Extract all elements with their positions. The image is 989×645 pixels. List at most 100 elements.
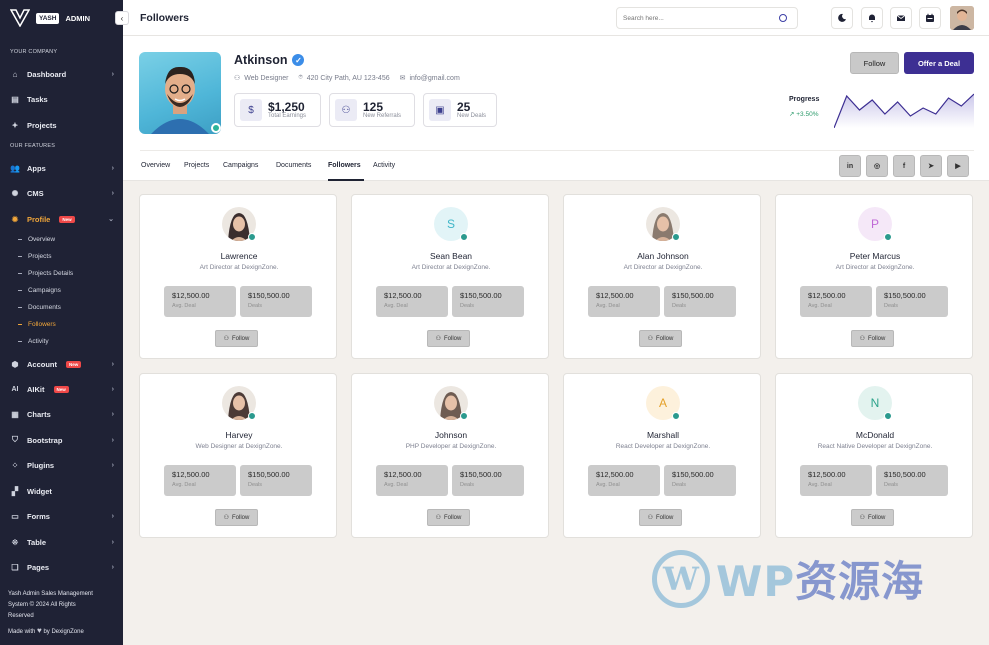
- deals-box: $150,500.00 Deals: [240, 286, 312, 317]
- users-icon: 👥: [10, 163, 20, 173]
- sidebar-item-apps[interactable]: 👥 Apps ›: [10, 161, 114, 175]
- brand-logo[interactable]: YASH ADMIN: [10, 9, 90, 27]
- sidebar: YASH ADMIN YOUR COMPANY ⌂ Dashboard › ▤ …: [0, 0, 123, 645]
- sidebar-item-label: Profile: [27, 214, 51, 224]
- profile-name: Atkinson ✓: [234, 53, 305, 67]
- sidebar-item-table[interactable]: ⁜ Table ›: [10, 535, 114, 549]
- user-plus-icon: ⚇: [223, 515, 230, 521]
- grid-icon: ▞: [11, 486, 19, 496]
- sidebar-subitem-followers[interactable]: Followers: [18, 321, 56, 328]
- sidebar-item-pages[interactable]: ❏ Pages ›: [10, 560, 114, 574]
- follow-label: Follow: [868, 335, 886, 342]
- sidebar-item-label: Pages: [27, 562, 50, 572]
- tab-projects[interactable]: Projects: [184, 162, 209, 169]
- deals-box: $150,500.00 Deals: [452, 465, 524, 496]
- calendar-button[interactable]: [919, 7, 941, 29]
- follower-name[interactable]: Johnson: [352, 430, 550, 440]
- bell-icon: [869, 14, 875, 23]
- chevron-right-icon: ›: [111, 512, 114, 520]
- follower-name[interactable]: Lawrence: [140, 251, 338, 261]
- messages-button[interactable]: [890, 7, 912, 29]
- sidebar-item-dashboard[interactable]: ⌂ Dashboard ›: [10, 67, 114, 81]
- sidebar-item-projects[interactable]: ✦ Projects: [10, 118, 114, 132]
- profile-role-text: Web Designer: [244, 74, 289, 82]
- sidebar-item-aikit[interactable]: AI AIKit New ›: [10, 382, 115, 396]
- tab-activity[interactable]: Activity: [373, 162, 395, 169]
- sun-icon: ✺: [11, 188, 19, 198]
- follow-button[interactable]: ⚇ Follow: [639, 330, 682, 347]
- notifications-button[interactable]: [861, 7, 883, 29]
- sidebar-subitem-documents[interactable]: Documents: [18, 304, 61, 311]
- sidebar-subitem-activity[interactable]: Activity: [18, 338, 49, 345]
- avg-deal-box: $12,500.00 Avg. Deal: [376, 286, 448, 317]
- plugin-icon: ⁘: [11, 460, 19, 470]
- collapse-sidebar-button[interactable]: ‹: [115, 11, 129, 25]
- sidebar-item-bootstrap[interactable]: ⛉ Bootstrap ›: [10, 433, 114, 447]
- follow-button[interactable]: ⚇ Follow: [215, 330, 258, 347]
- avg-deal-label: Avg. Deal: [172, 482, 196, 488]
- sidebar-item-label: Account: [27, 359, 57, 369]
- follow-button[interactable]: ⚇ Follow: [851, 509, 894, 526]
- progress-sparkline: [834, 93, 974, 128]
- follow-label: Follow: [444, 514, 462, 521]
- sidebar-item-account[interactable]: ⬢ Account New ›: [10, 357, 115, 371]
- sidebar-subitem-projects[interactable]: Projects: [18, 253, 51, 260]
- chevron-right-icon: ›: [111, 461, 114, 469]
- follow-button[interactable]: ⚇ Follow: [639, 509, 682, 526]
- gear-icon: ✹: [11, 214, 19, 224]
- instagram-button[interactable]: ◎: [866, 155, 888, 177]
- chevron-right-icon: ›: [111, 410, 114, 418]
- follower-name[interactable]: McDonald: [776, 430, 974, 440]
- verified-badge-icon: ✓: [292, 54, 305, 66]
- avg-deal-value: $12,500.00: [596, 470, 634, 479]
- follower-name[interactable]: Peter Marcus: [776, 251, 974, 261]
- search-icon[interactable]: [779, 14, 787, 22]
- tab-campaigns[interactable]: Campaigns: [223, 162, 258, 169]
- follow-button[interactable]: ⚇ Follow: [215, 509, 258, 526]
- sidebar-item-cms[interactable]: ✺ CMS ›: [10, 186, 114, 200]
- facebook-button[interactable]: f: [893, 155, 915, 177]
- stat-label: New Referrals: [363, 113, 402, 119]
- follow-button[interactable]: Follow: [850, 52, 899, 74]
- deals-box: $150,500.00 Deals: [664, 465, 736, 496]
- dash-icon: [18, 290, 22, 291]
- avg-deal-value: $12,500.00: [596, 291, 634, 300]
- pin-icon: ✦: [11, 120, 19, 130]
- search-input[interactable]: [617, 8, 767, 28]
- sidebar-item-profile[interactable]: ✹ Profile New ⌄: [10, 212, 114, 226]
- sidebar-item-forms[interactable]: ▭ Forms ›: [10, 509, 114, 523]
- sidebar-item-widget[interactable]: ▞ Widget: [10, 484, 114, 498]
- follower-name[interactable]: Marshall: [564, 430, 762, 440]
- dark-mode-button[interactable]: [831, 7, 853, 29]
- linkedin-button[interactable]: in: [839, 155, 861, 177]
- online-status-dot: [460, 412, 468, 420]
- ai-icon: AI: [11, 385, 19, 393]
- user-plus-icon: ⚇: [223, 336, 230, 342]
- follow-label: Follow: [656, 514, 674, 521]
- offer-deal-button[interactable]: Offer a Deal: [904, 52, 974, 74]
- tab-followers[interactable]: Followers: [328, 162, 361, 169]
- tab-overview[interactable]: Overview: [141, 162, 170, 169]
- avg-deal-label: Avg. Deal: [172, 303, 196, 309]
- sidebar-subitem-campaigns[interactable]: Campaigns: [18, 287, 61, 294]
- follow-button[interactable]: ⚇ Follow: [427, 330, 470, 347]
- profile-email-text: info@gmail.com: [409, 74, 460, 82]
- follower-name[interactable]: Alan Johnson: [564, 251, 762, 261]
- telegram-button[interactable]: ➤: [920, 155, 942, 177]
- sidebar-subitem-projects-details[interactable]: Projects Details: [18, 270, 73, 277]
- sidebar-item-tasks[interactable]: ▤ Tasks: [10, 92, 114, 106]
- follower-name[interactable]: Harvey: [140, 430, 338, 440]
- follower-card: N McDonald React Native Developer at Dexig…: [775, 373, 973, 538]
- sidebar-item-charts[interactable]: ▦ Charts ›: [10, 407, 114, 421]
- sidebar-item-plugins[interactable]: ⁘ Plugins ›: [10, 458, 114, 472]
- follower-role: PHP Developer at DexignZone.: [405, 443, 497, 450]
- user-avatar[interactable]: [950, 6, 974, 30]
- youtube-button[interactable]: ▶: [947, 155, 969, 177]
- sidebar-subitem-overview[interactable]: Overview: [18, 236, 55, 243]
- tab-documents[interactable]: Documents: [276, 162, 311, 169]
- deals-box: $150,500.00 Deals: [664, 286, 736, 317]
- follower-name[interactable]: Sean Bean: [352, 251, 550, 261]
- follower-role: Art Director at DexignZone.: [835, 264, 915, 271]
- follow-button[interactable]: ⚇ Follow: [851, 330, 894, 347]
- follow-button[interactable]: ⚇ Follow: [427, 509, 470, 526]
